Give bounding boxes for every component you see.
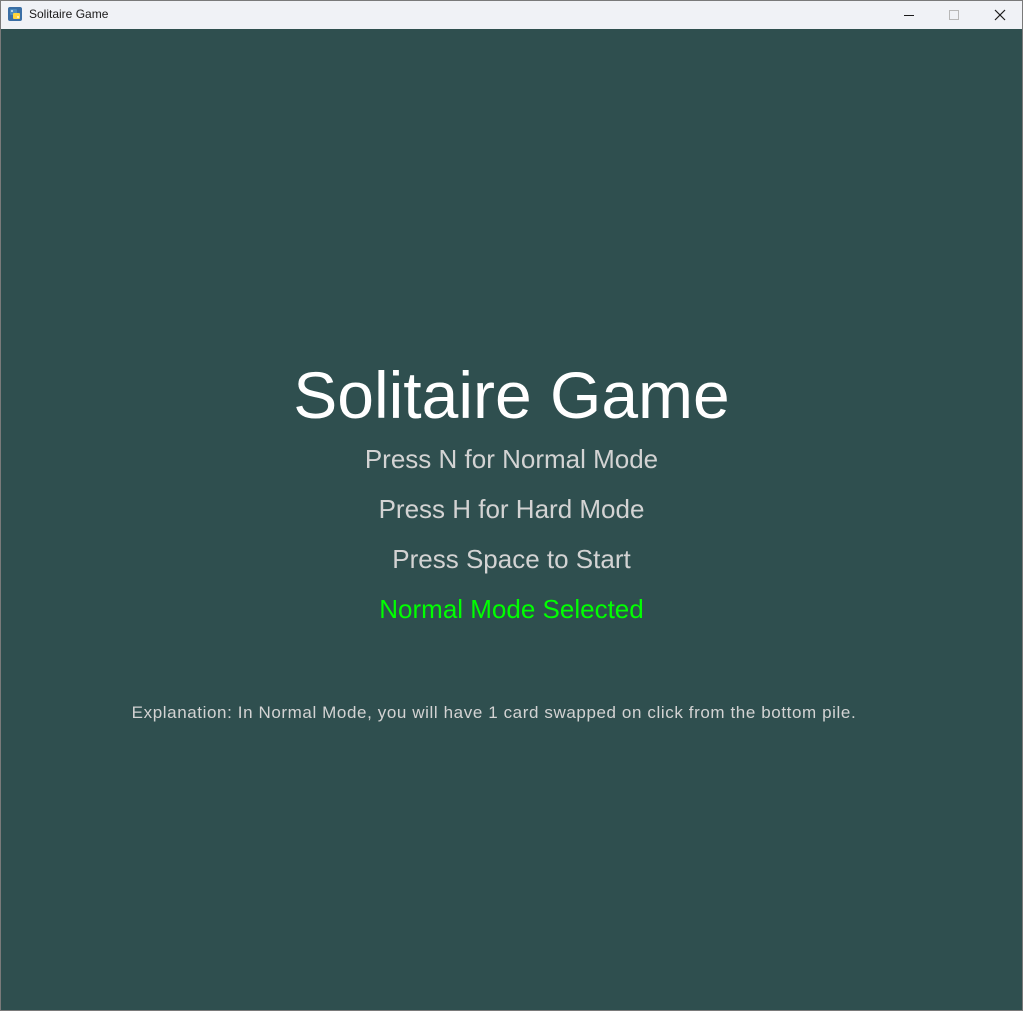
minimize-icon (904, 15, 914, 16)
mode-explanation: Explanation: In Normal Mode, you will ha… (131, 703, 857, 722)
game-window: Solitaire Game Solitaire Game Press N fo… (0, 0, 1023, 1011)
python-app-icon (8, 7, 22, 21)
game-canvas[interactable]: Solitaire Game Press N for Normal Mode P… (1, 29, 1022, 1010)
game-title: Solitaire Game (293, 358, 730, 432)
minimize-button[interactable] (886, 1, 932, 29)
maximize-icon (949, 10, 959, 20)
close-button[interactable] (977, 1, 1022, 29)
close-icon (994, 9, 1006, 21)
title-bar[interactable]: Solitaire Game (1, 1, 1022, 29)
maximize-button[interactable] (931, 1, 977, 29)
window-title: Solitaire Game (29, 7, 109, 21)
selected-mode-status: Normal Mode Selected (379, 594, 644, 624)
start-instruction: Press Space to Start (392, 544, 631, 574)
normal-mode-instruction: Press N for Normal Mode (364, 444, 659, 474)
hard-mode-instruction: Press H for Hard Mode (378, 494, 645, 524)
